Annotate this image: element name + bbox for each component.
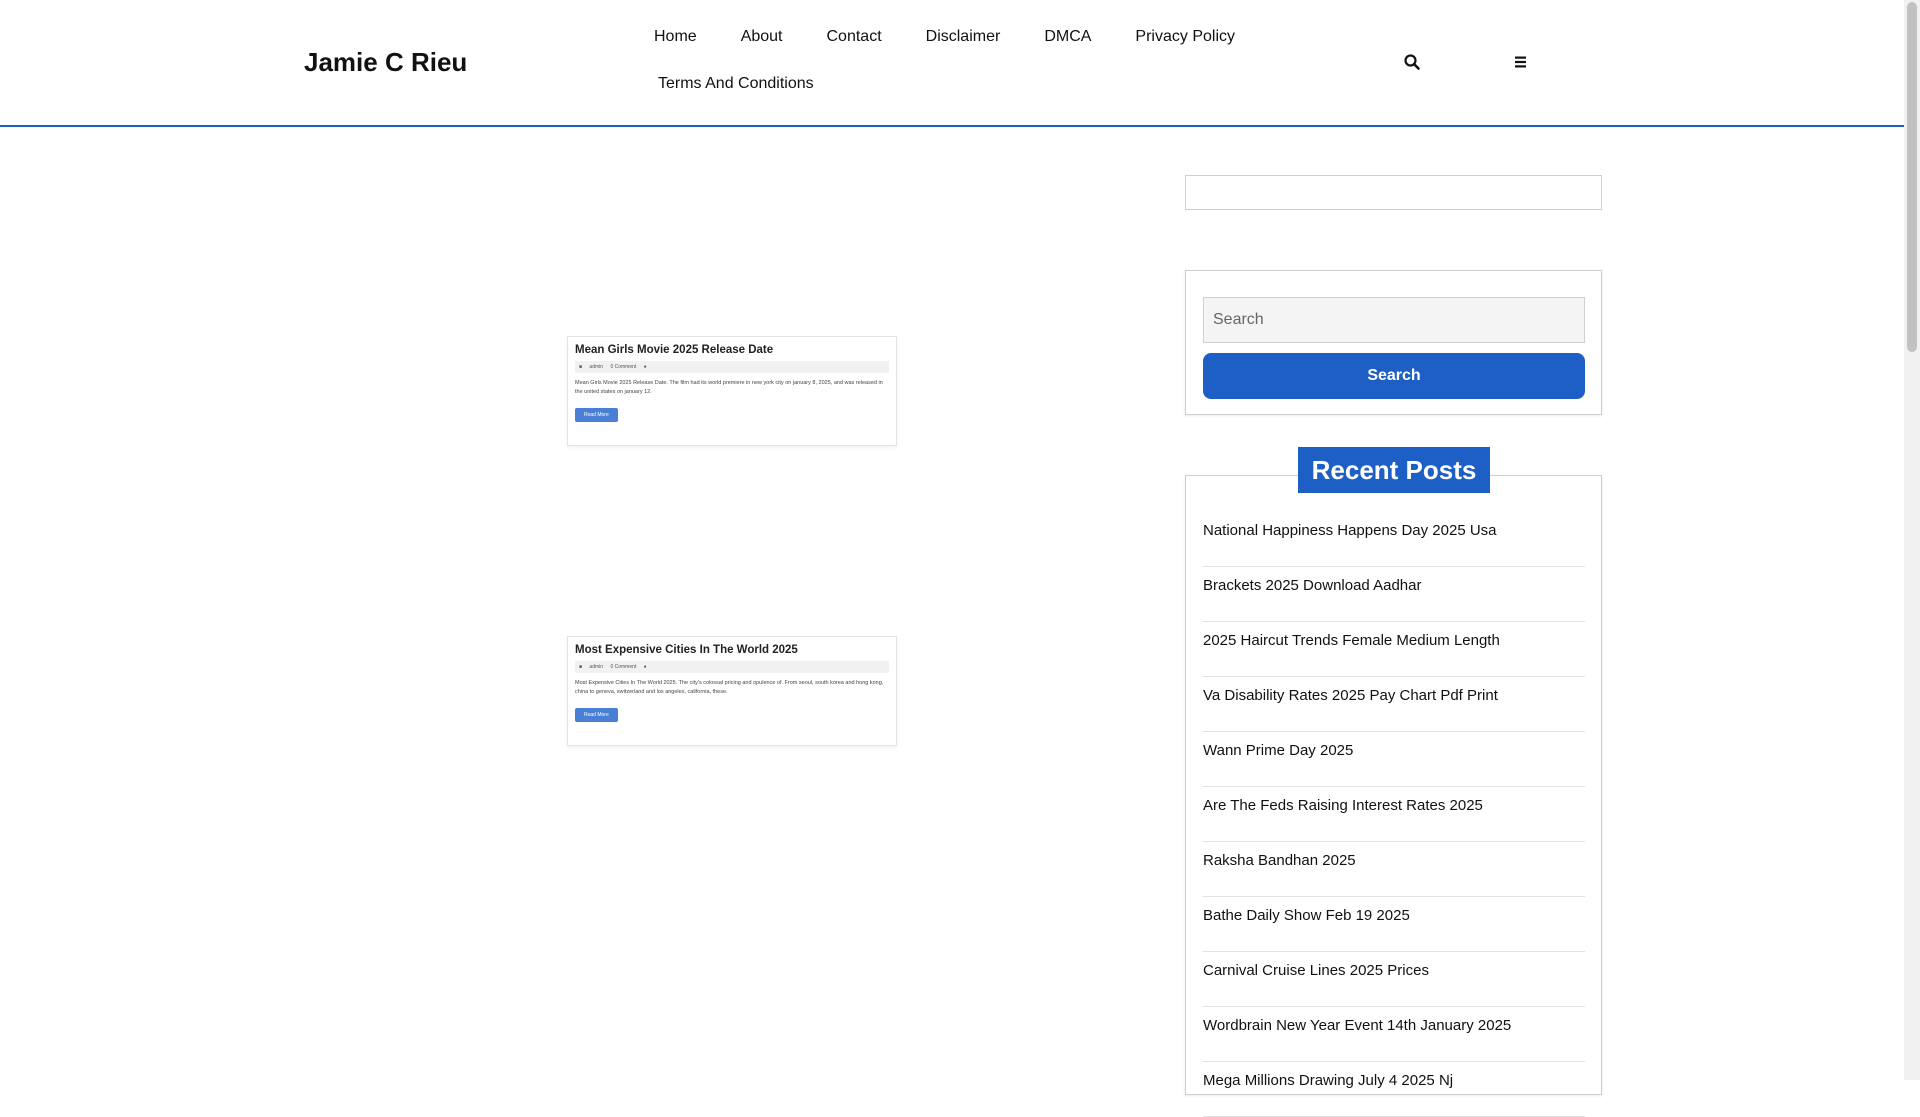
- page-scrollbar[interactable]: [1904, 0, 1920, 1080]
- nav-dmca[interactable]: DMCA: [1044, 18, 1091, 65]
- recent-post-link[interactable]: Wordbrain New Year Event 14th January 20…: [1203, 1007, 1585, 1035]
- home-icon: ■: [579, 364, 583, 370]
- recent-post-link[interactable]: Raksha Bandhan 2025: [1203, 842, 1585, 870]
- search-button[interactable]: Search: [1203, 353, 1585, 399]
- site-header: Jamie C Rieu Home About Contact Disclaimer D…: [0, 0, 1904, 127]
- list-item: Wann Prime Day 2025: [1203, 732, 1585, 787]
- list-item: Va Disability Rates 2025 Pay Chart Pdf P…: [1203, 677, 1585, 732]
- list-item: Carnival Cruise Lines 2025 Prices: [1203, 952, 1585, 1007]
- list-item: National Happiness Happens Day 2025 Usa: [1203, 512, 1585, 567]
- post-author[interactable]: admin: [589, 364, 603, 370]
- recent-post-link[interactable]: Mega Millions Drawing July 4 2025 Nj: [1203, 1062, 1585, 1090]
- list-item: Wordbrain New Year Event 14th January 20…: [1203, 1007, 1585, 1062]
- post-card: Mean Girls Movie 2025 Release Date ■ adm…: [567, 336, 897, 446]
- read-more-button[interactable]: Read More: [575, 708, 618, 722]
- recent-post-link[interactable]: Brackets 2025 Download Aadhar: [1203, 567, 1585, 595]
- list-item: 2025 Haircut Trends Female Medium Length: [1203, 622, 1585, 677]
- post-card: Most Expensive Cities In The World 2025 …: [567, 636, 897, 746]
- nav-disclaimer[interactable]: Disclaimer: [926, 18, 1001, 65]
- nav-home[interactable]: Home: [654, 18, 697, 65]
- list-item: Are The Feds Raising Interest Rates 2025: [1203, 787, 1585, 842]
- recent-posts-heading: Recent Posts: [1298, 447, 1490, 493]
- search-input[interactable]: [1203, 297, 1585, 343]
- list-item: Brackets 2025 Download Aadhar: [1203, 567, 1585, 622]
- main-nav: Home About Contact Disclaimer DMCA Privacy Po…: [636, 18, 1276, 112]
- nav-contact[interactable]: Contact: [827, 18, 882, 65]
- recent-post-link[interactable]: Bathe Daily Show Feb 19 2025: [1203, 897, 1585, 925]
- post-comments[interactable]: 0 Comment: [610, 664, 636, 670]
- list-item: Bathe Daily Show Feb 19 2025: [1203, 897, 1585, 952]
- post-comments[interactable]: 0 Comment: [610, 364, 636, 370]
- recent-post-link[interactable]: Are The Feds Raising Interest Rates 2025: [1203, 787, 1585, 815]
- post-title[interactable]: Mean Girls Movie 2025 Release Date: [575, 344, 889, 356]
- post-meta: ■ admin 0 Comment ●: [575, 661, 889, 673]
- nav-terms-and-conditions[interactable]: Terms And Conditions: [658, 65, 814, 112]
- nav-privacy-policy[interactable]: Privacy Policy: [1135, 18, 1235, 65]
- list-item: Raksha Bandhan 2025: [1203, 842, 1585, 897]
- post-title[interactable]: Most Expensive Cities In The World 2025: [575, 644, 889, 656]
- recent-post-link[interactable]: Wann Prime Day 2025: [1203, 732, 1585, 760]
- post-excerpt: Mean Girls Movie 2025 Release Date. The …: [575, 380, 883, 395]
- recent-post-link[interactable]: 2025 Haircut Trends Female Medium Length: [1203, 622, 1585, 650]
- read-more-button[interactable]: Read More: [575, 408, 618, 422]
- scrollbar-thumb[interactable]: [1907, 2, 1917, 352]
- list-item: Mega Millions Drawing July 4 2025 Nj: [1203, 1062, 1585, 1117]
- recent-posts-list: National Happiness Happens Day 2025 Usa …: [1203, 512, 1585, 1117]
- search-icon[interactable]: [1403, 53, 1421, 71]
- sidebar-empty-widget: [1185, 175, 1602, 210]
- clock-icon: ●: [643, 364, 647, 370]
- recent-post-link[interactable]: National Happiness Happens Day 2025 Usa: [1203, 512, 1585, 540]
- home-icon: ■: [579, 664, 583, 670]
- recent-posts-widget: Recent Posts National Happiness Happens …: [1185, 447, 1602, 1117]
- post-author[interactable]: admin: [589, 664, 603, 670]
- sidebar-search-widget: Search: [1185, 270, 1602, 415]
- menu-icon[interactable]: [1512, 53, 1530, 71]
- recent-post-link[interactable]: Va Disability Rates 2025 Pay Chart Pdf P…: [1203, 677, 1585, 705]
- post-meta: ■ admin 0 Comment ●: [575, 361, 889, 373]
- site-title[interactable]: Jamie C Rieu: [304, 47, 467, 78]
- clock-icon: ●: [643, 664, 647, 670]
- nav-about[interactable]: About: [741, 18, 783, 65]
- post-excerpt: Most Expensive Cities In The World 2025.…: [575, 680, 884, 695]
- recent-post-link[interactable]: Carnival Cruise Lines 2025 Prices: [1203, 952, 1585, 980]
